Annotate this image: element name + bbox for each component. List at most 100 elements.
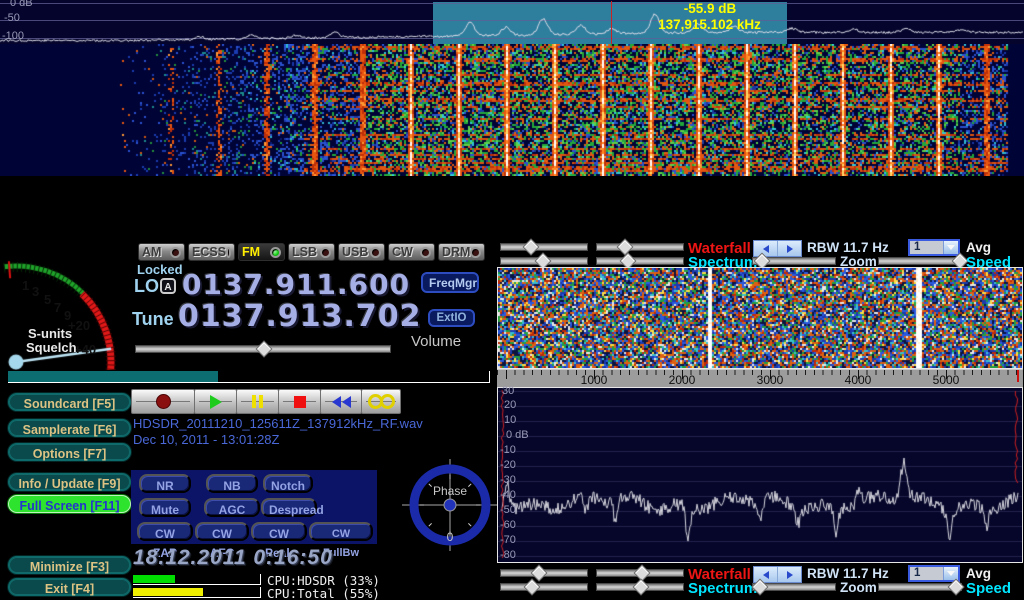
db2-label: -20 xyxy=(500,459,516,471)
upper-spectrum-ref-slider[interactable] xyxy=(500,254,588,267)
smeter-title: S-units xyxy=(28,326,72,341)
lower-spectrum-ref-slider[interactable] xyxy=(500,580,588,593)
pause-icon xyxy=(252,395,256,408)
main-spectrum-trace xyxy=(0,0,1024,44)
lower-waterfall-contrast-slider[interactable] xyxy=(596,566,684,579)
volume-slider[interactable] xyxy=(135,342,391,355)
signal-db-readout: -55.9 dB xyxy=(630,1,790,16)
fullscreen-button[interactable]: Full Screen [F11] xyxy=(8,495,131,513)
zoomed-waterfall-display[interactable] xyxy=(498,268,1022,368)
wav-filename: HDSDR_20111210_125611Z_137912kHz_RF.wav xyxy=(133,416,423,431)
audio-level-bar[interactable] xyxy=(8,371,490,383)
despread-button[interactable]: Despread xyxy=(261,498,317,517)
cpu-total-label: CPU:Total (55%) xyxy=(267,586,380,600)
am-led-icon xyxy=(170,247,181,258)
drm-led-icon xyxy=(470,247,481,258)
cursor-freq-readout: 137,915.102 kHz xyxy=(612,17,807,32)
lsb-led-icon xyxy=(320,247,331,258)
extio-button[interactable]: ExtIO xyxy=(428,309,475,327)
zoom-freq-tick-label: 2000 xyxy=(647,373,717,387)
db2-label: 30 xyxy=(502,385,514,397)
notch-button[interactable]: Notch xyxy=(263,474,313,493)
volume-slider-thumb[interactable] xyxy=(255,341,272,358)
mode-ecss-button[interactable]: ECSS xyxy=(188,243,235,261)
play-button[interactable] xyxy=(194,389,237,414)
nr-button[interactable]: NR xyxy=(139,474,191,493)
upper-waterfall-brightness-slider[interactable] xyxy=(500,240,588,253)
volume-label: Volume xyxy=(411,333,461,350)
lower-speed-slider[interactable] xyxy=(878,580,962,593)
stop-button[interactable] xyxy=(278,389,321,414)
usb-led-icon xyxy=(370,247,381,258)
zoomed-frequency-scale[interactable]: 1000 2000 3000 4000 5000 xyxy=(497,369,1023,387)
cpu-hdsdr-fill xyxy=(133,575,175,583)
phase-zero-label: 0 xyxy=(447,530,454,544)
ecss-led-icon xyxy=(226,247,231,258)
exit-button[interactable]: Exit [F4] xyxy=(8,578,131,596)
db2-label: 10 xyxy=(504,414,516,426)
dsp-panel: NR NB Notch Mute AGC Off Despread CW ZAP… xyxy=(131,470,377,544)
scale-edge-marker xyxy=(1017,370,1019,382)
upper-waterfall-contrast-slider[interactable] xyxy=(596,240,684,253)
mode-lsb-button[interactable]: LSB xyxy=(288,243,335,261)
cw-fullbw-button[interactable]: CW FullBw xyxy=(309,522,373,541)
lower-zoom-slider[interactable] xyxy=(752,580,836,593)
soundcard-button[interactable]: Soundcard [F5] xyxy=(8,393,131,411)
upper-zoom-slider[interactable] xyxy=(752,254,836,267)
nb-button[interactable]: NB xyxy=(206,474,258,493)
db2-label: 20 xyxy=(504,399,516,411)
dropdown-arrow-icon[interactable] xyxy=(943,241,958,254)
samplerate-button[interactable]: Samplerate [F6] xyxy=(8,419,131,437)
mute-button[interactable]: Mute xyxy=(139,498,191,517)
main-spectrum-display[interactable]: 0 dB -50 -100 -55.9 dB 137,915.102 kHz xyxy=(0,0,1024,44)
lo-auto-badge[interactable]: A xyxy=(160,278,176,294)
lower-spectrum-range-slider[interactable] xyxy=(596,580,684,593)
upper-spectrum-range-slider[interactable] xyxy=(596,254,684,267)
minimize-button[interactable]: Minimize [F3] xyxy=(8,556,131,574)
smeter-tick: 7 xyxy=(54,300,61,315)
zoomed-spectrum-panel[interactable]: 30 20 10 0 dB -10 -20 -30 -40 -50 -60 -7… xyxy=(497,387,1023,563)
cpu-total-meter xyxy=(133,587,261,598)
zoom-freq-tick-label: 1000 xyxy=(559,373,629,387)
rewind-button[interactable] xyxy=(320,389,362,414)
freqmgr-button[interactable]: FreqMgr xyxy=(421,272,479,293)
db2-label: -70 xyxy=(500,534,516,546)
hdsdr-window: 137885 137890 137895 137900 137905 13791… xyxy=(0,0,1024,600)
phase-label: Phase xyxy=(433,484,467,498)
smeter-tick: 3 xyxy=(32,284,39,299)
cw-led-icon xyxy=(420,247,431,258)
cw-afc-button[interactable]: CW AFC xyxy=(195,522,249,541)
smeter-tick: 5 xyxy=(44,292,51,307)
cw-peak-button[interactable]: CW Peak xyxy=(251,522,307,541)
loop-button[interactable] xyxy=(361,389,401,414)
locked-label: Locked xyxy=(137,262,183,277)
db2-label: -30 xyxy=(500,474,516,486)
smeter-tick: +40 xyxy=(74,342,96,357)
tune-frequency-display[interactable]: 0137.913.702 xyxy=(178,299,422,334)
lower-speed-label: Speed xyxy=(966,580,1011,597)
tune-label: Tune xyxy=(132,309,174,330)
mode-cw-button[interactable]: CW xyxy=(388,243,435,261)
lower-waterfall-brightness-slider[interactable] xyxy=(500,566,588,579)
upper-avg-label: Avg xyxy=(966,240,991,255)
mode-usb-button[interactable]: USB xyxy=(338,243,385,261)
pause-button[interactable] xyxy=(236,389,279,414)
options-button[interactable]: Options [F7] xyxy=(8,443,131,461)
lower-avg-label: Avg xyxy=(966,566,991,581)
record-icon xyxy=(156,394,171,409)
mode-drm-button[interactable]: DRM xyxy=(438,243,485,261)
upper-speed-slider[interactable] xyxy=(878,254,962,267)
zoom-freq-tick-label: 5000 xyxy=(911,373,981,387)
lo-label: LO xyxy=(134,276,159,297)
stop-icon xyxy=(294,396,306,408)
zoomed-spectrum-trace xyxy=(498,388,1022,562)
agc-button[interactable]: AGC Off xyxy=(204,498,260,517)
upper-rbw-label: RBW 11.7 Hz xyxy=(807,240,889,255)
mode-fm-button[interactable]: FM xyxy=(238,243,285,261)
record-button[interactable] xyxy=(131,389,195,414)
info-update-button[interactable]: Info / Update [F9] xyxy=(8,473,131,491)
lo-frequency-display[interactable]: 0137.911.600 xyxy=(182,268,410,301)
mode-am-button[interactable]: AM xyxy=(138,243,185,261)
lower-rbw-label: RBW 11.7 Hz xyxy=(807,566,889,581)
cw-zap-button[interactable]: CW ZAP xyxy=(137,522,193,541)
